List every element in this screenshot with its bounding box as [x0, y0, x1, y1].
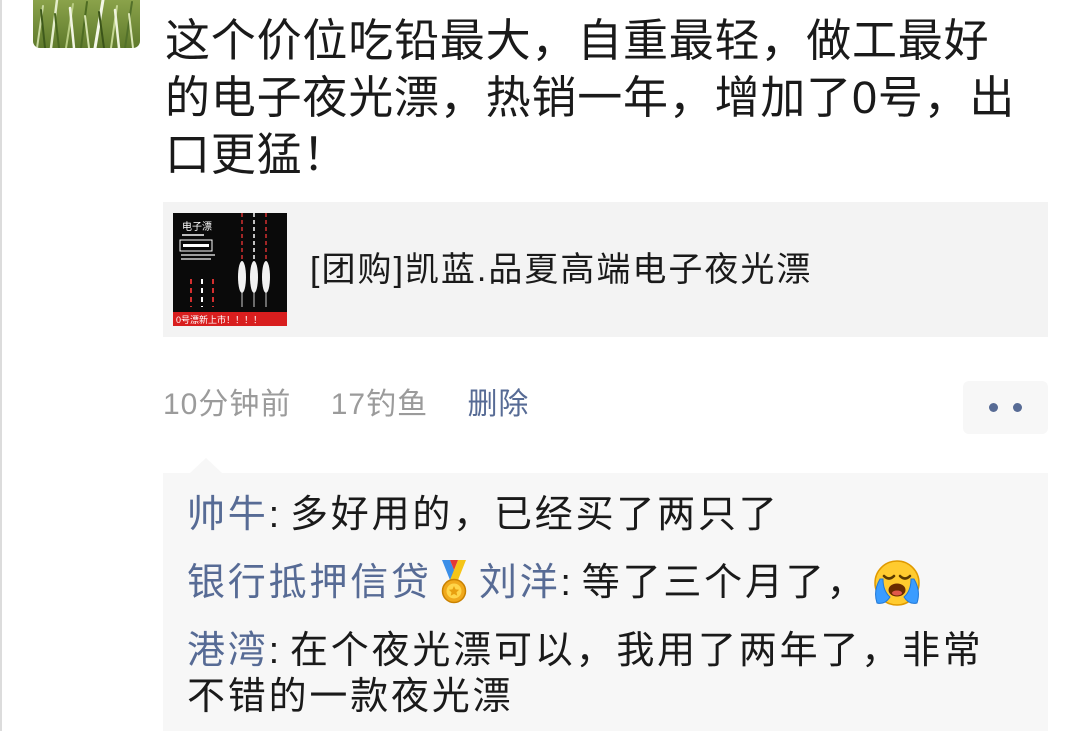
link-card-title: [团购]凯蓝.品夏高端电子夜光漂 [310, 251, 813, 289]
post-meta-row: 10分钟前 17钓鱼 删除 [163, 384, 559, 426]
comments-pointer [190, 458, 222, 473]
more-actions-button[interactable] [963, 381, 1048, 434]
medal-icon [437, 560, 471, 606]
post-timestamp: 10分钟前 [163, 388, 292, 421]
thumbnail-banner: 0号漂新上市！！！！ [176, 314, 262, 325]
comment-separator: : [268, 630, 282, 672]
comments-section: 帅牛: 多好用的，已经买了两只了 银行抵押信贷 刘洋: 等了三个月了， 港湾: … [163, 473, 1048, 731]
shared-link-card[interactable]: 电子漂 0号漂新上市！！！！ [团购]凯蓝.品夏高端电子夜光漂 [163, 202, 1048, 337]
comment-row[interactable]: 银行抵押信贷 刘洋: 等了三个月了， [187, 560, 1015, 606]
left-edge-divider [0, 0, 2, 731]
post-source: 17钓鱼 [330, 388, 429, 421]
thumbnail-heading: 电子漂 [182, 220, 212, 233]
more-dots-icon [1013, 403, 1022, 412]
loudly-crying-face-icon [871, 560, 923, 606]
post-text: 这个价位吃铅最大，自重最轻，做工最好的电子夜光漂，热销一年，增加了0号，出口更猛… [165, 15, 1016, 180]
user-avatar[interactable] [33, 0, 140, 48]
comment-author[interactable]: 帅牛 [187, 494, 269, 536]
comment-row[interactable]: 港湾: 在个夜光漂可以，我用了两年了，非常不错的一款夜光漂 [187, 628, 1015, 720]
comment-author[interactable]: 港湾 [187, 630, 269, 672]
comment-row[interactable]: 帅牛: 多好用的，已经买了两只了 [187, 492, 1015, 538]
comment-text: 多好用的，已经买了两只了 [289, 494, 780, 536]
comment-text: 在个夜光漂可以，我用了两年了，非常不错的一款夜光漂 [187, 630, 984, 718]
comment-separator: : [268, 494, 282, 536]
avatar-grass-photo [33, 0, 140, 48]
delete-button[interactable]: 删除 [467, 384, 529, 426]
more-dots-icon [989, 403, 998, 412]
comment-author[interactable]: 银行抵押信贷 刘洋 [187, 560, 561, 606]
comment-author-suffix: 刘洋 [478, 562, 561, 604]
comment-author-prefix: 银行抵押信贷 [187, 562, 432, 604]
link-thumbnail: 电子漂 0号漂新上市！！！！ [173, 213, 287, 326]
comment-text: 等了三个月了， [581, 562, 868, 604]
comment-separator: : [560, 562, 574, 604]
